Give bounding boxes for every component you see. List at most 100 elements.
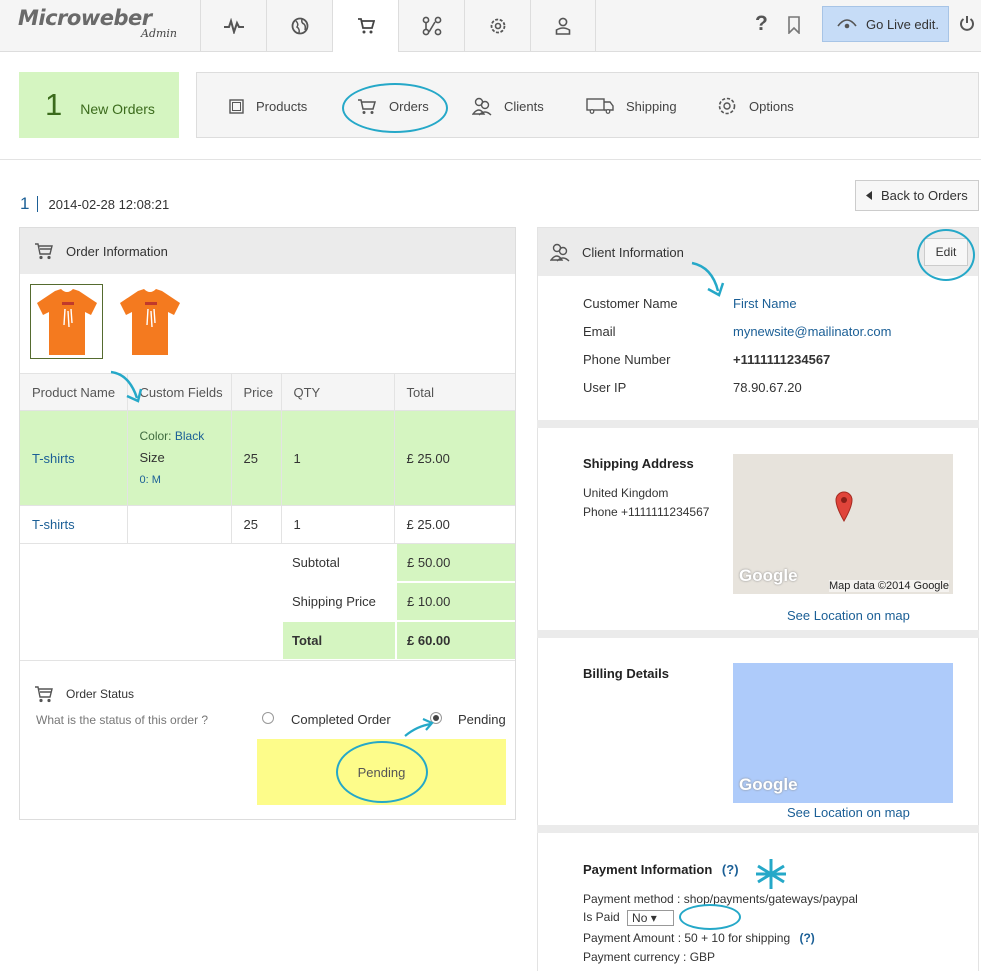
is-paid-label: Is Paid xyxy=(583,910,620,925)
custom-field-label: Color: xyxy=(139,429,172,443)
order-status-title: Order Status xyxy=(66,687,135,701)
custom-field-value: Black xyxy=(174,429,205,443)
shop-nav-products[interactable]: Products xyxy=(229,73,307,139)
pending-label[interactable]: Pending xyxy=(458,712,506,727)
billing-map[interactable]: Google xyxy=(733,663,953,803)
divider xyxy=(0,159,981,160)
shipping-map[interactable]: Google Map data ©2014 Google xyxy=(733,454,953,594)
product-thumbnail[interactable] xyxy=(113,284,186,359)
shop-nav-options[interactable]: Options xyxy=(717,73,794,139)
caret-left-icon xyxy=(866,191,872,200)
bookmark-icon[interactable] xyxy=(788,16,800,37)
annotation-circle-paid xyxy=(679,904,741,930)
new-orders-badge[interactable]: 1 New Orders xyxy=(19,72,179,138)
total-row: Total £ 60.00 xyxy=(283,622,515,659)
truck-icon xyxy=(586,98,614,114)
annotation-circle-edit xyxy=(917,229,975,281)
annotation-asterisk xyxy=(756,859,786,889)
divider xyxy=(20,660,515,661)
order-header-separator xyxy=(37,196,39,212)
total-label: Total xyxy=(283,622,395,659)
map-credit: Map data ©2014 Google xyxy=(828,580,949,592)
annotation-circle-pending xyxy=(336,741,428,803)
section-divider xyxy=(537,630,979,638)
cart-icon xyxy=(35,243,53,260)
shipping-phone: Phone +1111111234567 xyxy=(583,505,710,519)
google-logo: Google xyxy=(739,566,798,585)
phone-number-value: +1111111234567 xyxy=(733,352,831,367)
column-header: QTY xyxy=(281,373,395,411)
email-value[interactable]: mynewsite@mailinator.com xyxy=(733,324,891,339)
tshirt-image xyxy=(36,288,97,355)
logo[interactable]: Microweber Admin xyxy=(18,6,198,46)
see-location-link[interactable]: See Location on map xyxy=(787,608,910,623)
top-nav-stats[interactable] xyxy=(200,0,266,51)
customer-name-label: Customer Name xyxy=(583,296,678,311)
order-id: 1 xyxy=(20,194,30,213)
see-location-link[interactable]: See Location on map xyxy=(787,805,910,820)
product-name-link[interactable]: T-shirts xyxy=(20,410,128,506)
product-thumbnail[interactable] xyxy=(30,284,103,359)
is-paid-select[interactable]: No ▾ xyxy=(627,910,675,926)
go-live-edit-button[interactable]: Go Live edit. xyxy=(822,6,949,42)
annotation-arrow xyxy=(404,718,434,737)
shop-nav-products-label: Products xyxy=(256,98,308,114)
section-divider xyxy=(537,420,979,428)
google-logo: Google xyxy=(739,775,798,794)
shop-nav-clients[interactable]: Clients xyxy=(472,73,544,139)
phone-number-label: Phone Number xyxy=(583,352,671,367)
top-nav-shop[interactable] xyxy=(332,0,398,52)
gear-icon xyxy=(718,97,736,115)
globe-icon xyxy=(291,17,308,34)
shipping-address-panel: Shipping Address United Kingdom Phone +1… xyxy=(537,428,979,630)
product-name-link[interactable]: T-shirts xyxy=(20,505,128,544)
payment-information-label: Payment Information xyxy=(583,862,713,877)
is-paid-row: Is Paid No ▾ xyxy=(583,904,741,930)
qty-cell: 1 xyxy=(281,410,395,506)
box-icon xyxy=(229,98,244,114)
customer-name-value[interactable]: First Name xyxy=(733,296,797,311)
top-nav-modules[interactable] xyxy=(398,0,464,51)
top-nav-settings[interactable] xyxy=(464,0,530,51)
annotation-arrow xyxy=(110,370,143,403)
power-icon[interactable] xyxy=(959,15,975,35)
custom-field-value: 0: M xyxy=(139,474,161,486)
shop-nav-clients-label: Clients xyxy=(504,98,544,114)
eye-icon xyxy=(837,19,857,29)
completed-order-radio[interactable] xyxy=(262,712,274,724)
help-link[interactable]: (?) xyxy=(722,862,739,877)
order-date: 2014-02-28 12:08:21 xyxy=(48,196,170,212)
logo-sub: Admin xyxy=(141,27,178,40)
top-nav-users[interactable] xyxy=(530,0,596,51)
payment-information-panel: Payment Information (?) Payment method :… xyxy=(537,833,979,971)
order-information-header: Order Information xyxy=(20,228,515,274)
order-information-panel: Order Information Product Name Custom Fi… xyxy=(19,227,516,820)
back-to-orders-label: Back to Orders xyxy=(881,188,968,203)
client-information-panel: Client Information Edit Customer Name Fi… xyxy=(537,227,979,420)
completed-order-label[interactable]: Completed Order xyxy=(291,712,391,727)
top-nav-website[interactable] xyxy=(266,0,332,51)
modules-icon xyxy=(422,16,441,35)
column-header: Price xyxy=(231,373,282,411)
user-ip-value: 78.90.67.20 xyxy=(733,380,802,395)
order-header: 1 2014-02-28 12:08:21 xyxy=(20,194,169,214)
shipping-price-value: £ 10.00 xyxy=(397,583,515,620)
table-row: T-shirts Color: Black Size 0: M 25 1 £ 2… xyxy=(20,410,515,506)
price-cell: 25 xyxy=(231,505,282,544)
help-link[interactable]: (?) xyxy=(799,931,814,945)
order-status-question: What is the status of this order ? xyxy=(36,713,209,727)
shipping-price-label: Shipping Price xyxy=(292,594,376,609)
shipping-price-row: Shipping Price £ 10.00 xyxy=(283,583,515,620)
go-live-label: Go Live edit. xyxy=(866,16,939,32)
shop-nav-shipping[interactable]: Shipping xyxy=(586,73,677,139)
annotation-circle-orders xyxy=(342,83,448,133)
back-to-orders-button[interactable]: Back to Orders xyxy=(855,180,979,211)
order-information-title: Order Information xyxy=(66,243,168,259)
help-icon[interactable]: ? xyxy=(755,12,768,36)
email-label: Email xyxy=(583,324,616,339)
top-bar: Microweber Admin ? Go Live edit. xyxy=(0,0,981,52)
table-header-row: Product Name Custom Fields Price QTY Tot… xyxy=(20,373,515,411)
section-divider xyxy=(537,825,979,833)
shop-nav-shipping-label: Shipping xyxy=(626,98,677,114)
client-information-header: Client Information xyxy=(538,228,978,276)
